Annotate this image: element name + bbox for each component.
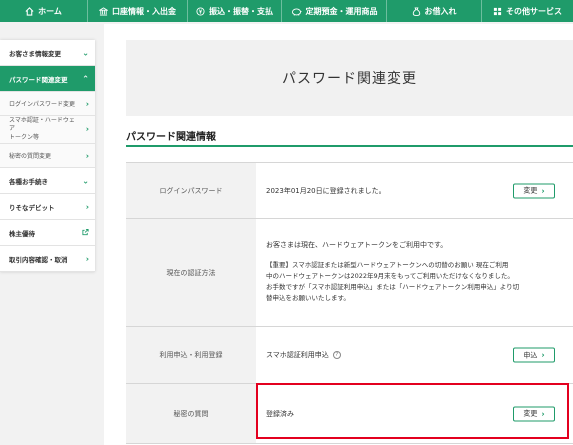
row-value-cell: お客さまは現在、ハードウェアトークンをご利用中です。 【重要】スマホ認証または新… bbox=[256, 219, 573, 326]
sidebar-subitem-smartphone-auth[interactable]: スマホ認証・ハードウェア トークン等 › bbox=[0, 116, 95, 144]
sidebar-item-label: 株主優待 bbox=[9, 229, 35, 238]
row-label: 秘密の質問 bbox=[126, 384, 256, 443]
top-navigation: ホーム 口座情報・入出金 振込・振替・支払 定期預金・運用商品 お借入れ その他… bbox=[0, 0, 573, 22]
chevron-right-icon: › bbox=[541, 186, 545, 195]
grid-icon bbox=[493, 7, 502, 16]
smartphone-auth-apply-text: スマホ認証利用申込 bbox=[266, 351, 329, 359]
notice-line: お手数ですが「スマホ認証利用申込」または「ハードウェアトークン利用申込」より切 bbox=[266, 283, 520, 292]
table-row-auth-method: 現在の認証方法 お客さまは現在、ハードウェアトークンをご利用中です。 【重要】ス… bbox=[126, 219, 573, 327]
chevron-right-icon: › bbox=[541, 350, 545, 360]
row-value-cell: 2023年01月20日に登録されました。 変更 › bbox=[256, 163, 573, 218]
sidebar-subitem-login-password[interactable]: ログインパスワード変更 › bbox=[0, 92, 95, 116]
sidebar-subitem-secret-question[interactable]: 秘密の質問変更 › bbox=[0, 144, 95, 168]
chevron-down-icon: ⌄ bbox=[82, 48, 89, 57]
notice-line: 中のハードウェアトークンは2022年9月末をもってご利用いただけなくなりました。 bbox=[266, 272, 514, 281]
sidebar-item-label-line1: スマホ認証・ハードウェア bbox=[9, 117, 75, 133]
chevron-right-icon: › bbox=[85, 202, 89, 211]
notice-line: 【重要】スマホ認証または新型ハードウェアトークンへの切替のお願い 現在ご利用 bbox=[266, 261, 509, 270]
row-label: 現在の認証方法 bbox=[126, 219, 256, 326]
login-password-registered-date: 2023年01月20日に登録されました。 bbox=[266, 186, 386, 195]
password-info-table: ログインパスワード 2023年01月20日に登録されました。 変更 › 現在の認… bbox=[126, 162, 573, 444]
nav-other[interactable]: その他サービス bbox=[482, 0, 573, 22]
current-auth-status: お客さまは現在、ハードウェアトークンをご利用中です。 bbox=[266, 241, 448, 250]
row-label: 利用申込・利用登録 bbox=[126, 327, 256, 383]
page-title: パスワード関連変更 bbox=[126, 40, 573, 116]
row-value-cell: スマホ認証利用申込 ? 申込 › bbox=[256, 327, 573, 383]
nav-account[interactable]: 口座情報・入出金 bbox=[88, 0, 188, 22]
building-icon bbox=[99, 6, 108, 16]
sidebar-item-label: スマホ認証・ハードウェア トークン等 bbox=[9, 117, 79, 141]
sidebar-item-password[interactable]: パスワード関連変更 ⌃ bbox=[0, 66, 95, 92]
nav-deposit[interactable]: 定期預金・運用商品 bbox=[282, 0, 387, 22]
sidebar-item-label: パスワード関連変更 bbox=[9, 75, 68, 84]
chevron-right-icon: › bbox=[85, 254, 89, 263]
sidebar-item-label: 取引内容確認・取消 bbox=[9, 255, 68, 264]
row-label: ログインパスワード bbox=[126, 163, 256, 218]
chevron-right-icon: › bbox=[85, 124, 89, 134]
button-label: 変更 bbox=[523, 186, 538, 195]
row-value-cell: 登録済み 変更 › bbox=[256, 384, 573, 443]
chevron-right-icon: › bbox=[85, 99, 89, 108]
piggy-bank-icon bbox=[291, 7, 302, 16]
sidebar: お客さま情報変更 ⌄ パスワード関連変更 ⌃ ログインパスワード変更 › スマホ… bbox=[0, 40, 95, 272]
button-label: 変更 bbox=[523, 409, 538, 418]
sidebar-item-label: ログインパスワード変更 bbox=[9, 101, 76, 108]
chevron-down-icon: ⌄ bbox=[82, 176, 89, 185]
nav-transfer-label: 振込・振替・支払 bbox=[209, 6, 273, 16]
sidebar-item-shareholder[interactable]: 株主優待 bbox=[0, 220, 95, 246]
section-divider bbox=[126, 145, 573, 147]
sidebar-item-label-line2: トークン等 bbox=[9, 133, 40, 141]
nav-deposit-label: 定期預金・運用商品 bbox=[305, 6, 378, 16]
sidebar-item-procedures[interactable]: 各種お手続き ⌄ bbox=[0, 168, 95, 194]
nav-account-label: 口座情報・入出金 bbox=[112, 6, 176, 16]
sidebar-item-label: 秘密の質問変更 bbox=[9, 153, 52, 160]
table-row-registration: 利用申込・利用登録 スマホ認証利用申込 ? 申込 › bbox=[126, 327, 573, 384]
chevron-right-icon: › bbox=[85, 151, 89, 160]
button-label: 申込 bbox=[523, 351, 538, 359]
nav-loan-label: お借入れ bbox=[424, 6, 457, 16]
apply-button[interactable]: 申込 › bbox=[513, 347, 555, 363]
secret-question-status: 登録済み bbox=[266, 409, 294, 418]
notice-line: 替申込をお願いいたします。 bbox=[266, 294, 350, 303]
chevron-up-icon: ⌃ bbox=[82, 74, 89, 83]
nav-loan[interactable]: お借入れ bbox=[387, 0, 482, 22]
table-row-secret-question: 秘密の質問 登録済み 変更 › bbox=[126, 384, 573, 444]
sidebar-item-label: 各種お手続き bbox=[9, 177, 48, 186]
change-login-password-button[interactable]: 変更 › bbox=[513, 183, 555, 198]
chevron-right-icon: › bbox=[541, 409, 545, 418]
sidebar-item-customer-info[interactable]: お客さま情報変更 ⌄ bbox=[0, 40, 95, 66]
yen-icon bbox=[196, 6, 205, 16]
external-link-icon bbox=[82, 228, 89, 237]
table-row-login-password: ログインパスワード 2023年01月20日に登録されました。 変更 › bbox=[126, 163, 573, 219]
change-secret-question-button[interactable]: 変更 › bbox=[513, 406, 555, 421]
nav-home-label: ホーム bbox=[38, 6, 62, 16]
sidebar-item-transaction-check[interactable]: 取引内容確認・取消 › bbox=[0, 246, 95, 272]
help-icon[interactable]: ? bbox=[332, 351, 341, 359]
sidebar-item-label: りそなデビット bbox=[9, 203, 55, 212]
money-bag-icon bbox=[412, 6, 421, 16]
sidebar-item-debit[interactable]: りそなデビット › bbox=[0, 194, 95, 220]
home-icon bbox=[25, 6, 34, 16]
section-title: パスワード関連情報 bbox=[126, 132, 216, 143]
nav-transfer[interactable]: 振込・振替・支払 bbox=[188, 0, 282, 22]
main-content: パスワード関連変更 パスワード関連情報 ログインパスワード 2023年01月20… bbox=[104, 24, 573, 445]
auth-method-notice: お客さまは現在、ハードウェアトークンをご利用中です。 【重要】スマホ認証または新… bbox=[266, 240, 519, 304]
sidebar-item-label: お客さま情報変更 bbox=[9, 49, 61, 58]
nav-home[interactable]: ホーム bbox=[0, 0, 88, 22]
nav-other-label: その他サービス bbox=[506, 6, 562, 16]
